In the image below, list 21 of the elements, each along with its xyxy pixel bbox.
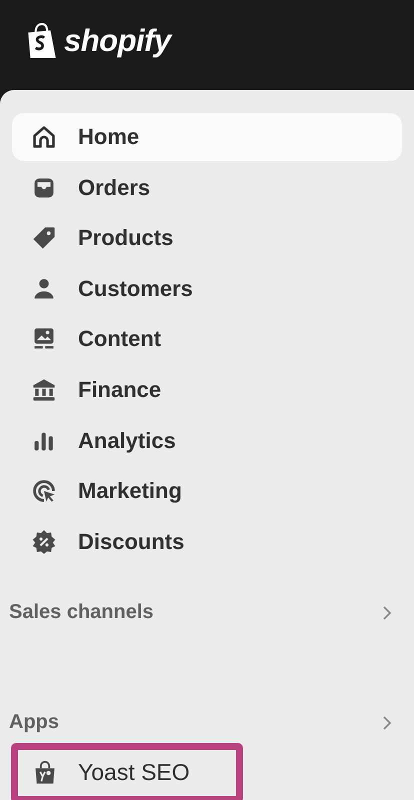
nav-item[interactable]: Marketing (12, 467, 402, 516)
section-title[interactable]: Apps (9, 711, 59, 734)
shopping-bag-logo-icon (26, 23, 58, 59)
section-title[interactable]: Sales channels (9, 601, 154, 624)
nav-item[interactable]: Analytics (12, 416, 402, 465)
nav-item[interactable]: Products (12, 214, 402, 262)
nav-item[interactable]: Orders (12, 164, 402, 212)
app-item[interactable]: Yoast SEO (11, 742, 243, 800)
nav-item[interactable]: Content (12, 315, 402, 364)
nav-item[interactable]: Home (12, 113, 402, 161)
nav-item[interactable]: Customers (12, 264, 402, 313)
logo-text: shopify (64, 23, 171, 59)
nav-item[interactable]: Finance (12, 366, 402, 414)
discount-badge-icon (31, 528, 57, 555)
chevron-right-icon[interactable] (382, 714, 392, 731)
tag-icon (31, 225, 57, 252)
house-icon (31, 124, 57, 150)
nav-item[interactable]: Discounts (12, 518, 402, 566)
target-cursor-icon (31, 478, 57, 504)
chevron-right-icon[interactable] (382, 604, 392, 621)
bank-icon (31, 376, 57, 403)
